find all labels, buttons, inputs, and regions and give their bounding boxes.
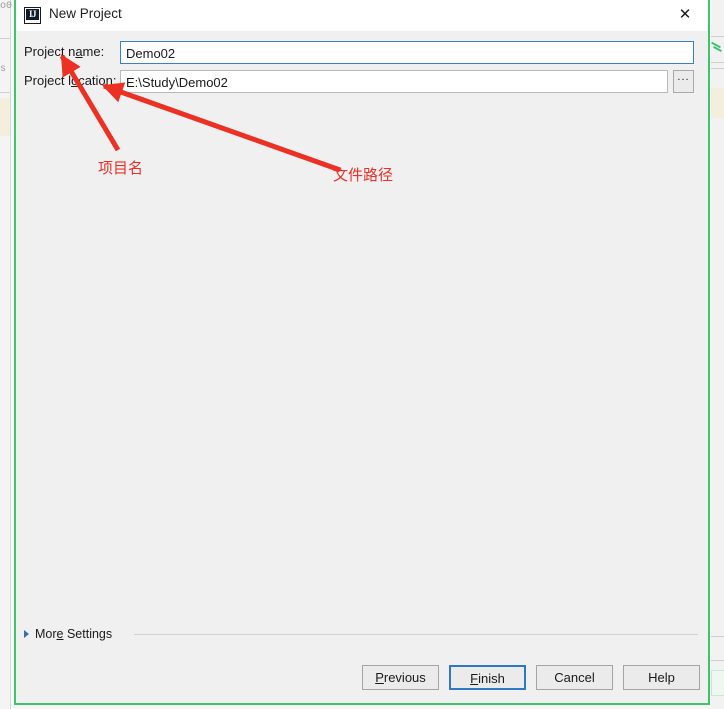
ide-bg-text-fragment: s [0,64,7,75]
new-project-dialog: IJ New Project ✕ Project name: Demo02 Pr… [14,0,710,705]
finish-button[interactable]: Finish [449,665,526,690]
close-icon[interactable]: ✕ [662,0,708,30]
project-location-label: Project location: [24,73,117,88]
ide-bg-divider [711,636,724,637]
ide-bg-highlight [0,98,10,136]
ide-bg-divider [711,36,724,37]
ide-bg-divider [711,62,724,63]
help-button[interactable]: Help [623,665,700,690]
ide-bg-text-fragment: o0 [0,1,13,12]
dialog-titlebar: IJ New Project ✕ [16,0,708,32]
annotation-label-file-path: 文件路径 [333,166,394,184]
more-settings-label: More Settings [35,627,113,641]
more-settings-divider [134,634,698,635]
dialog-body: Project name: Demo02 Project location: E… [16,31,708,703]
dialog-button-row: Previous Finish Cancel Help [362,665,700,690]
annotation-label-project-name: 项目名 [98,159,144,177]
chevron-right-icon [24,630,29,638]
more-settings-toggle[interactable]: More Settings [24,626,112,642]
cancel-button[interactable]: Cancel [536,665,613,690]
ide-bg-divider [0,38,10,39]
ide-bg-divider [711,660,724,661]
ide-bg-highlight [711,88,724,118]
project-name-label: Project name: [24,44,105,59]
ide-bg-chip [711,670,724,696]
project-name-row: Project name: Demo02 [16,41,708,65]
previous-button[interactable]: Previous [362,665,439,690]
dialog-title: New Project [49,6,122,21]
ide-bg-divider [0,92,10,93]
browse-folder-button[interactable]: ... [673,70,694,93]
intellij-idea-icon: IJ [24,7,41,24]
ide-bg-divider [711,68,724,69]
project-name-input[interactable]: Demo02 [120,41,694,64]
project-location-input[interactable]: E:\Study\Demo02 [120,70,668,93]
project-location-row: Project location: E:\Study\Demo02 ... [16,70,708,94]
intellij-idea-icon-glyph: IJ [26,9,39,22]
